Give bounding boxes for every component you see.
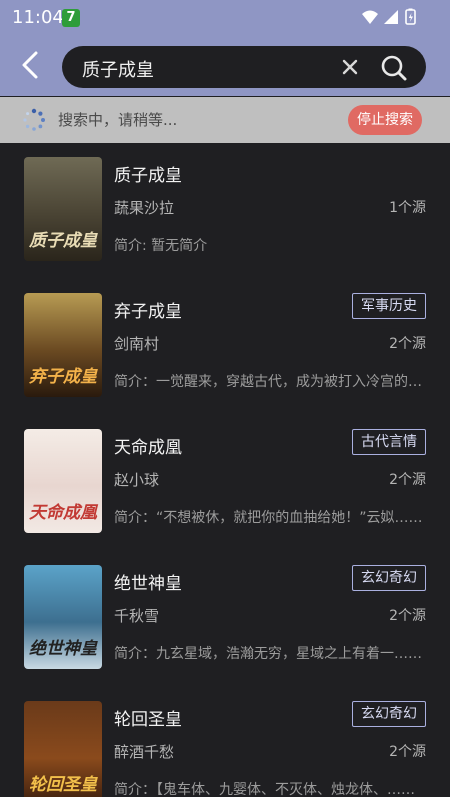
clear-icon[interactable] <box>340 57 360 77</box>
genre-tag: 玄幻奇幻 <box>352 565 426 591</box>
book-title: 天命成凰 <box>114 438 182 458</box>
book-title: 绝世神皇 <box>114 574 182 594</box>
search-toolbar: 质子成皇 <box>0 34 450 96</box>
book-author: 剑南村 <box>114 335 160 353</box>
back-arrow-icon[interactable] <box>16 49 46 81</box>
progress-status-text: 搜索中，请稍等... <box>58 111 178 129</box>
list-item[interactable]: 轮回圣皇 轮回圣皇 玄幻奇幻 醉酒千愁 2个源 简介：【鬼车体、九婴体、不灭体、… <box>0 687 450 797</box>
list-item[interactable]: 质子成皇 质子成皇 蔬果沙拉 1个源 简介: 暂无简介 <box>0 143 450 279</box>
wifi-icon <box>362 10 378 24</box>
book-author: 醉酒千愁 <box>114 743 175 761</box>
status-time: 11:04 <box>12 7 64 28</box>
cover-title-text: 质子成皇 <box>29 231 97 251</box>
book-author: 蔬果沙拉 <box>114 199 175 217</box>
search-results-list: 质子成皇 质子成皇 蔬果沙拉 1个源 简介: 暂无简介 弃子成皇 弃子成皇 军事… <box>0 143 450 797</box>
notification-badge-icon: 7 <box>62 9 80 27</box>
source-count: 2个源 <box>389 608 426 624</box>
loading-spinner-icon <box>23 108 45 131</box>
search-input[interactable]: 质子成皇 <box>62 46 426 88</box>
genre-tag: 古代言情 <box>352 429 426 455</box>
book-cover-image: 质子成皇 <box>24 157 102 261</box>
book-description: 简介：【鬼车体、九婴体、不灭体、烛龙体、…… <box>114 782 415 797</box>
source-count: 2个源 <box>389 336 426 352</box>
cover-title-text: 弃子成皇 <box>29 367 97 387</box>
cellular-icon <box>384 10 398 24</box>
book-cover-image: 轮回圣皇 <box>24 701 102 797</box>
book-author: 千秋雪 <box>114 607 160 625</box>
search-icon[interactable] <box>380 54 408 82</box>
list-item[interactable]: 绝世神皇 绝世神皇 玄幻奇幻 千秋雪 2个源 简介：九玄星域，浩瀚无穷，星域之上… <box>0 551 450 687</box>
book-cover-image: 弃子成皇 <box>24 293 102 397</box>
genre-tag: 玄幻奇幻 <box>352 701 426 727</box>
search-progress-bar: 搜索中，请稍等... 停止搜索 <box>0 97 450 143</box>
book-cover-image: 天命成凰 <box>24 429 102 533</box>
source-count: 1个源 <box>389 200 426 216</box>
book-description: 简介: 暂无简介 <box>114 238 208 254</box>
list-item[interactable]: 弃子成皇 弃子成皇 军事历史 剑南村 2个源 简介：一觉醒来，穿越古代，成为被打… <box>0 279 450 415</box>
book-title: 弃子成皇 <box>114 302 182 322</box>
cover-title-text: 天命成凰 <box>29 503 97 523</box>
cover-title-text: 绝世神皇 <box>29 639 97 659</box>
genre-tag: 军事历史 <box>352 293 426 319</box>
stop-search-button[interactable]: 停止搜索 <box>348 105 422 135</box>
book-author: 赵小球 <box>114 471 160 489</box>
list-item[interactable]: 天命成凰 天命成凰 古代言情 赵小球 2个源 简介：“不想被休，就把你的血抽给她… <box>0 415 450 551</box>
cover-title-text: 轮回圣皇 <box>29 775 97 795</box>
book-description: 简介：九玄星域，浩瀚无穷，星域之上有着一…… <box>114 646 422 662</box>
search-query-text[interactable]: 质子成皇 <box>82 56 154 82</box>
status-bar: 11:04 7 <box>0 0 450 34</box>
system-status-icons <box>362 8 416 25</box>
book-description: 简介：“不想被休，就把你的血抽给她！”云姒…… <box>114 510 423 526</box>
book-cover-image: 绝世神皇 <box>24 565 102 669</box>
source-count: 2个源 <box>389 472 426 488</box>
book-description: 简介：一觉醒来，穿越古代，成为被打入冷宫的废太子…… <box>114 374 426 390</box>
book-title: 质子成皇 <box>114 166 182 186</box>
book-title: 轮回圣皇 <box>114 710 182 730</box>
source-count: 2个源 <box>389 744 426 760</box>
